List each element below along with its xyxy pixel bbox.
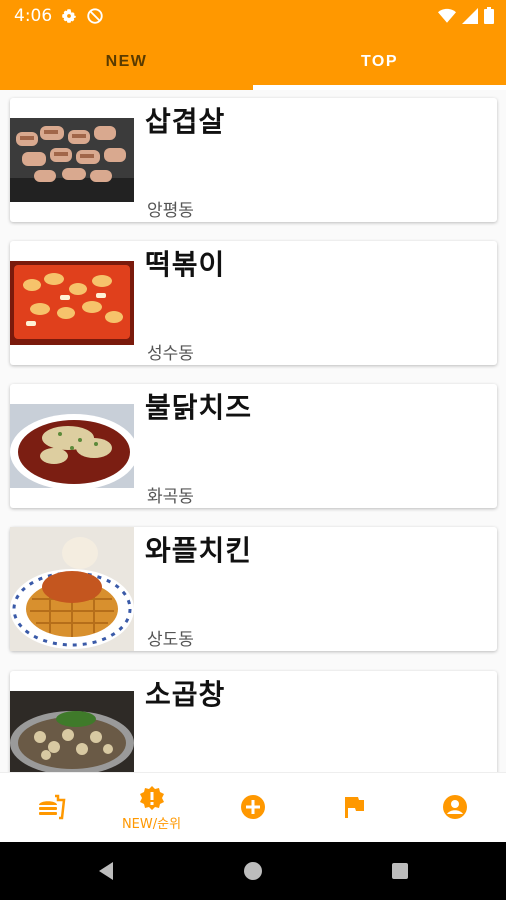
restaurant-card[interactable]: 불닭치즈 화곡동 [10,384,497,508]
nav-flag[interactable] [303,773,404,843]
nav-label: NEW/순위 [121,816,182,832]
restaurant-location: 앙평동 [147,201,194,221]
restaurant-title: 떡볶이 [145,248,226,281]
nav-new-ranking[interactable]: NEW/순위 [101,773,202,843]
fastfood-icon [38,794,65,820]
restaurant-title: 소곱창 [145,678,226,711]
bottom-navigation: NEW/순위 [0,772,506,842]
gopchang-photo [10,691,134,772]
system-navigation-bar [0,842,506,900]
wifi-icon [438,8,456,23]
restaurant-title: 삽겹살 [145,105,226,138]
restaurant-card[interactable]: 와플치킨 상도동 [10,527,497,651]
tteokbokki-photo [10,261,134,345]
waffle-chicken-photo [10,527,134,651]
nav-food[interactable] [0,773,101,843]
new-ranking-icon [139,785,164,810]
settings-icon [62,9,76,23]
recents-icon[interactable] [391,862,409,880]
restaurant-card[interactable]: 소곱창 [10,671,497,772]
signal-icon [462,7,478,24]
restaurant-title: 불닭치즈 [145,391,253,424]
tab-new[interactable]: NEW [0,33,253,90]
nav-account[interactable] [404,773,505,843]
grilled-pork-photo [10,118,134,202]
restaurant-card[interactable]: 삽겹살 앙평동 [10,98,497,222]
tab-top[interactable]: TOP [253,33,506,90]
restaurant-location: 성수동 [147,344,194,364]
restaurant-location: 화곡동 [147,487,194,507]
restaurant-card[interactable]: 떡볶이 성수동 [10,241,497,365]
restaurant-location: 상도동 [147,630,194,650]
add-circle-icon [240,795,265,819]
status-time: 4:06 [14,6,53,26]
battery-icon [484,7,494,24]
home-icon[interactable] [243,861,263,881]
nav-add[interactable] [202,773,303,843]
dnd-icon [87,8,103,24]
restaurant-title: 와플치킨 [145,534,253,567]
flag-icon [344,797,364,818]
status-bar: 4:06 [0,0,506,33]
tab-bar: NEW TOP [0,33,506,90]
back-icon[interactable] [96,861,116,881]
account-circle-icon [442,795,467,819]
restaurant-list[interactable]: 삽겹살 앙평동 떡볶이 성수동 불닭치즈 화곡동 와플치킨 상도동 소곱창 [0,90,506,772]
buldak-cheese-photo [10,404,134,488]
